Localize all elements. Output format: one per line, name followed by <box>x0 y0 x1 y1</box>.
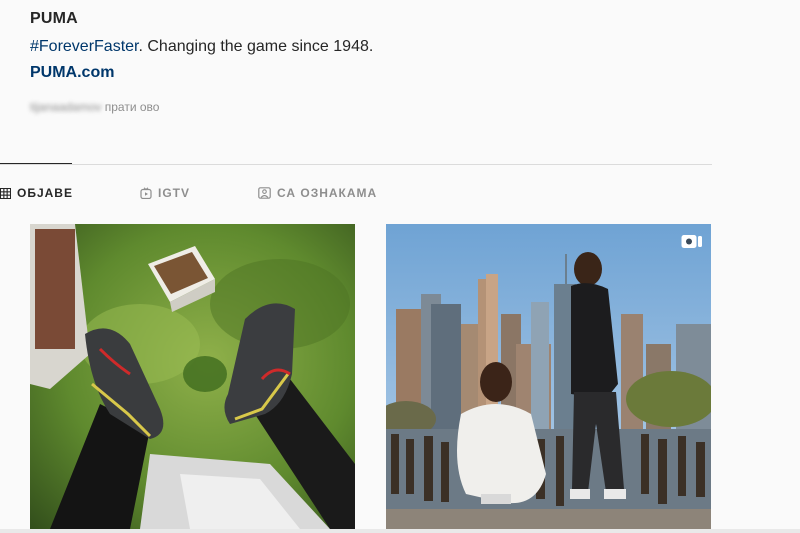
followed-by: tijanaadamov прати ово <box>30 100 159 114</box>
tab-tagged[interactable]: СА ОЗНАКАМА <box>258 186 377 200</box>
tabs-divider <box>0 164 712 165</box>
tab-posts[interactable]: ОБЈАВЕ <box>0 186 73 200</box>
website-link[interactable]: PUMA.com <box>30 62 373 84</box>
profile-bio: PUMA #ForeverFaster. Changing the game s… <box>30 8 373 84</box>
tagged-icon <box>258 187 271 199</box>
tagline-text: . Changing the game since 1948. <box>138 38 374 55</box>
follower-username[interactable]: tijanaadamov <box>30 100 101 114</box>
tab-igtv[interactable]: IGTV <box>140 186 190 200</box>
grid-icon <box>0 187 11 199</box>
horizontal-scrollbar[interactable] <box>0 529 800 533</box>
post-image-sneakers <box>30 224 355 529</box>
active-tab-indicator <box>0 163 72 164</box>
post-sneakers-rooftop[interactable] <box>30 224 355 529</box>
followed-by-suffix: прати ово <box>104 100 160 114</box>
profile-tabs: ОБЈАВЕ IGTV СА ОЗНАКАМА <box>0 186 712 206</box>
profile-name: PUMA <box>30 10 78 27</box>
post-city-skyline[interactable] <box>386 224 711 529</box>
profile-tagline: #ForeverFaster. Changing the game since … <box>30 36 373 58</box>
igtv-icon <box>140 187 152 199</box>
tab-posts-label: ОБЈАВЕ <box>17 186 73 200</box>
post-image-skyline <box>386 224 711 529</box>
video-icon <box>681 233 703 251</box>
tab-igtv-label: IGTV <box>158 186 191 200</box>
tab-tagged-label: СА ОЗНАКАМА <box>277 186 378 200</box>
hashtag-link[interactable]: #ForeverFaster <box>30 38 138 55</box>
